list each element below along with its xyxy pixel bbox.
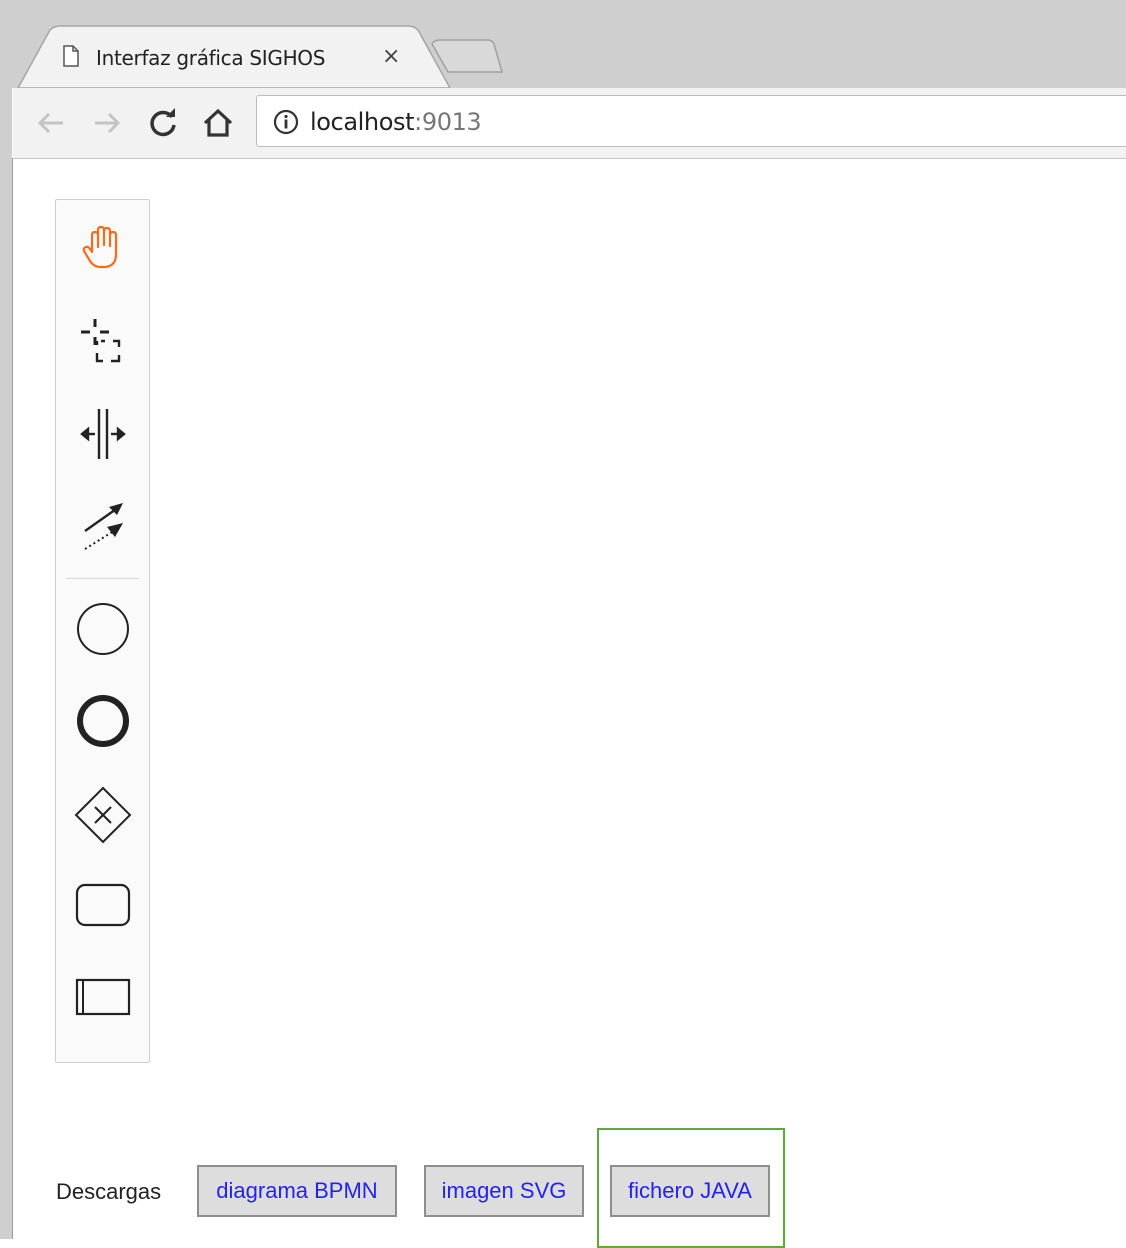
connect-tool[interactable]: [66, 488, 140, 562]
download-java-button[interactable]: fichero JAVA: [610, 1165, 770, 1217]
task-icon: [72, 875, 134, 940]
window-edge-line: [12, 158, 13, 1239]
hand-tool[interactable]: [66, 212, 140, 286]
downloads-label: Descargas: [56, 1179, 162, 1204]
space-icon: [73, 403, 133, 468]
space-tool[interactable]: [66, 398, 140, 472]
page-icon: [60, 44, 82, 73]
lasso-icon: [73, 311, 133, 376]
task-tool[interactable]: [66, 870, 140, 944]
start-event-tool[interactable]: [66, 594, 140, 668]
new-tab-button: [431, 39, 503, 73]
end-event-icon: [73, 691, 133, 756]
url-port: :9013: [414, 108, 482, 136]
download-bpmn-button[interactable]: diagrama BPMN: [197, 1165, 397, 1217]
window-frame: [0, 0, 12, 1239]
tab-title: Interfaz gráfica SIGHOS: [96, 46, 326, 70]
home-icon[interactable]: [201, 106, 235, 140]
end-event-tool[interactable]: [66, 686, 140, 760]
lasso-tool[interactable]: [66, 306, 140, 380]
exclusive-gateway-tool[interactable]: [66, 780, 140, 854]
browser-tab[interactable]: Interfaz gráfica SIGHOS: [60, 42, 325, 74]
palette-separator: [66, 578, 139, 579]
hand-icon: [77, 221, 129, 278]
gateway-xor-icon: [72, 784, 134, 851]
reload-icon[interactable]: [146, 106, 180, 140]
participant-icon: [72, 967, 134, 1032]
download-svg-button[interactable]: imagen SVG: [424, 1165, 584, 1217]
connect-icon: [73, 493, 133, 558]
start-event-icon: [73, 599, 133, 664]
tab-close-icon[interactable]: ×: [382, 44, 400, 70]
forward-arrow-icon[interactable]: [90, 106, 124, 140]
back-arrow-icon[interactable]: [34, 106, 68, 140]
url-text[interactable]: localhost:9013: [310, 106, 482, 138]
url-host: localhost: [310, 108, 415, 136]
participant-tool[interactable]: [66, 962, 140, 1036]
info-icon[interactable]: [272, 108, 300, 141]
